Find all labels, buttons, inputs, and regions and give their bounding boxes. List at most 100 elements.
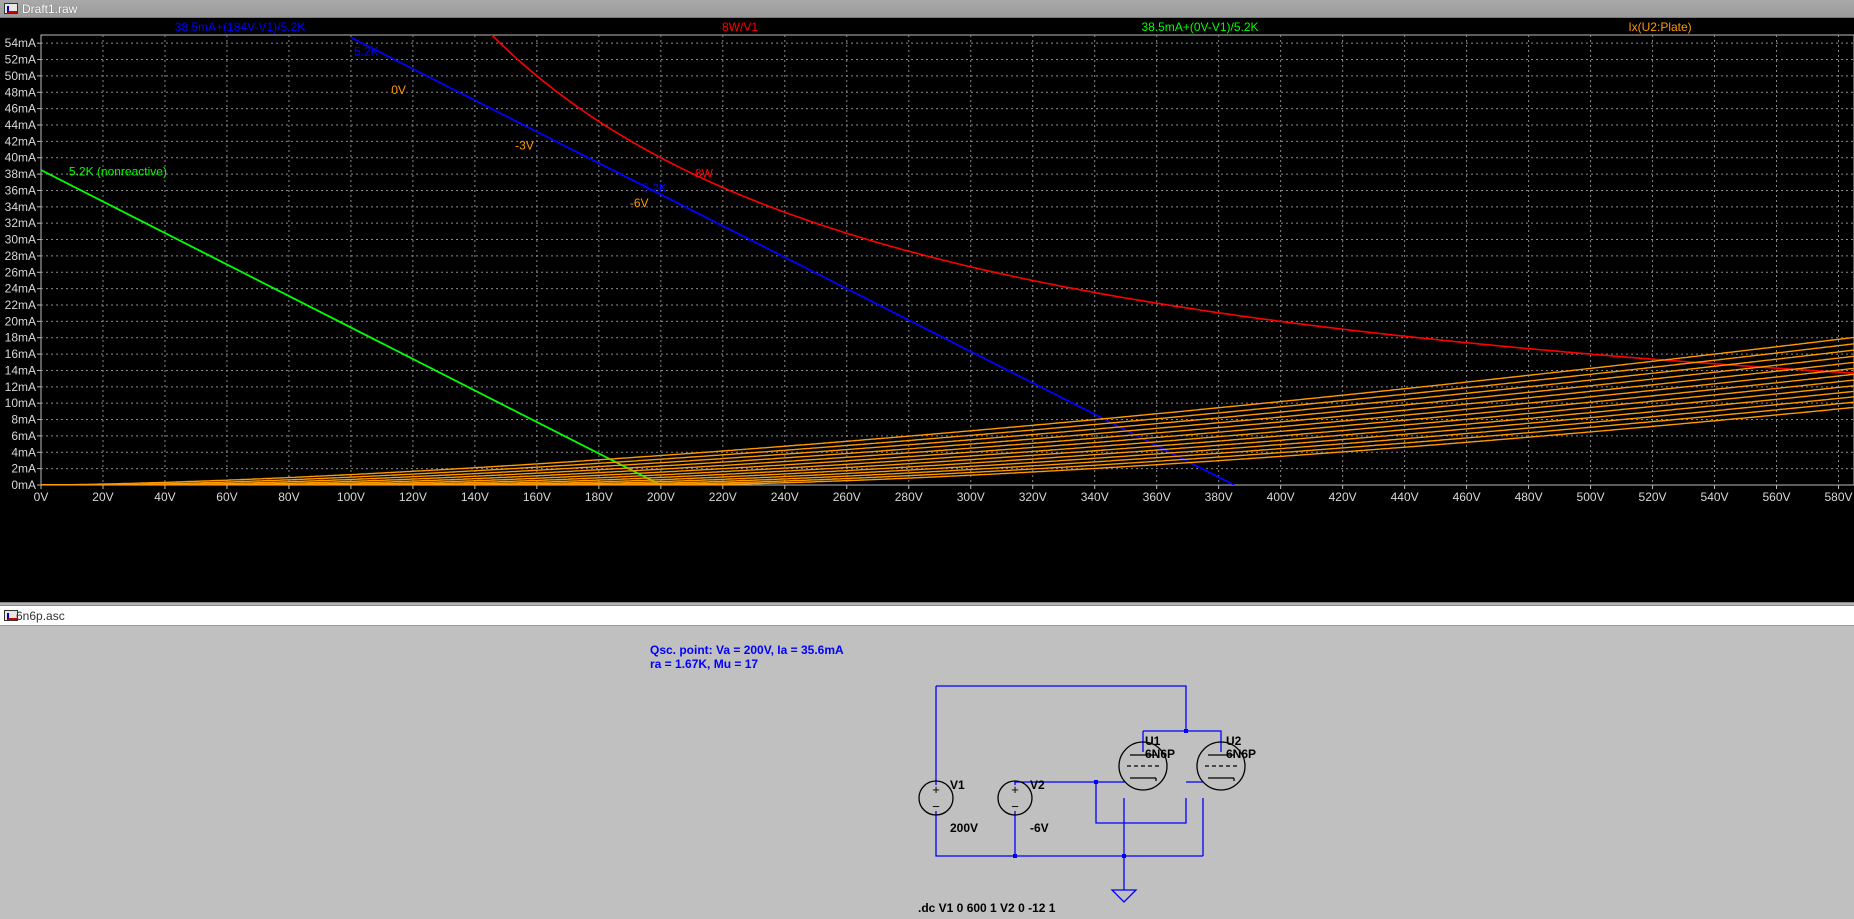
y-tick-label: 42mA bbox=[5, 134, 36, 148]
x-tick-label: 140V bbox=[461, 490, 489, 504]
x-tick-label: 100V bbox=[337, 490, 365, 504]
u2-model-label: 6N6P bbox=[1226, 747, 1256, 761]
waveform-plot-pane[interactable]: 0V 20V 40V 60V 80V 100V 120V 140V 160V 180V 200V 22… bbox=[0, 18, 1854, 602]
schematic-wires bbox=[935, 685, 1222, 890]
x-tick-label: 280V bbox=[895, 490, 923, 504]
x-tick-label: 580V bbox=[1824, 490, 1852, 504]
junction-dot bbox=[1122, 854, 1126, 858]
ground-symbol[interactable] bbox=[1110, 889, 1138, 903]
svg-text:+: + bbox=[1011, 782, 1019, 797]
x-tick-label: 120V bbox=[399, 490, 427, 504]
y-tick-label: 52mA bbox=[5, 53, 36, 67]
x-tick-label: 500V bbox=[1577, 490, 1605, 504]
x-tick-label: 360V bbox=[1143, 490, 1171, 504]
waveform-plot[interactable]: 0V 20V 40V 60V 80V 100V 120V 140V 160V 180V 200V 22… bbox=[0, 18, 1854, 602]
junction-dot bbox=[1094, 780, 1098, 784]
plot-annotation-label[interactable]: -6V bbox=[630, 196, 649, 210]
legend-entry[interactable]: Ix(U2:Plate) bbox=[1628, 20, 1691, 34]
junction-dot bbox=[1013, 854, 1017, 858]
y-tick-label: 32mA bbox=[5, 216, 36, 230]
dc-directive[interactable]: .dc V1 0 600 1 V2 0 -12 1 bbox=[918, 901, 1056, 915]
svg-text:−: − bbox=[932, 799, 940, 814]
v2-name-label: V2 bbox=[1030, 778, 1045, 792]
x-tick-label: 180V bbox=[585, 490, 613, 504]
plot-annotation-label[interactable]: 0V bbox=[391, 83, 406, 97]
y-tick-label: 54mA bbox=[5, 36, 36, 50]
qsc-note-line1[interactable]: Qsc. point: Va = 200V, Ia = 35.6mA bbox=[650, 643, 844, 657]
x-tick-label: 400V bbox=[1267, 490, 1295, 504]
plot-annotation-label[interactable]: 5.2K (nonreactive) bbox=[69, 165, 167, 179]
x-tick-label: 260V bbox=[833, 490, 861, 504]
wire-top-rail bbox=[936, 685, 1187, 731]
x-tick-label: 520V bbox=[1639, 490, 1667, 504]
waveform-window-title: Draft1.raw bbox=[22, 2, 78, 16]
u1-model-label: 6N6P bbox=[1145, 747, 1175, 761]
v1-value-label: 200V bbox=[950, 821, 978, 835]
x-tick-label: 160V bbox=[523, 490, 551, 504]
waveform-window-titlebar[interactable]: Draft1.raw bbox=[0, 0, 1854, 18]
x-tick-label: 460V bbox=[1453, 490, 1481, 504]
x-tick-label: 220V bbox=[709, 490, 737, 504]
x-tick-label: 420V bbox=[1329, 490, 1357, 504]
y-tick-label: 34mA bbox=[5, 200, 36, 214]
legend-entry[interactable]: 8W/V1 bbox=[722, 20, 758, 34]
voltage-source-v1[interactable]: + − bbox=[918, 780, 954, 816]
y-tick-label: 30mA bbox=[5, 233, 36, 247]
y-tick-label: 40mA bbox=[5, 151, 36, 165]
y-tick-label: 18mA bbox=[5, 331, 36, 345]
legend-entry[interactable]: 38.5mA+(0V-V1)/5.2K bbox=[1141, 20, 1258, 34]
x-tick-label: 40V bbox=[154, 490, 175, 504]
x-tick-label: 440V bbox=[1391, 490, 1419, 504]
y-tick-label: 6mA bbox=[11, 429, 36, 443]
v1-name-label: V1 bbox=[950, 778, 965, 792]
x-tick-label: 240V bbox=[771, 490, 799, 504]
plot-area[interactable] bbox=[40, 34, 1854, 486]
x-tick-label: 380V bbox=[1205, 490, 1233, 504]
plot-annotation-label[interactable]: 8W bbox=[695, 166, 714, 180]
y-tick-label: 50mA bbox=[5, 69, 36, 83]
plot-annotation-label[interactable]: 5.2K bbox=[642, 181, 667, 195]
y-tick-label: 24mA bbox=[5, 282, 36, 296]
svg-text:+: + bbox=[932, 782, 940, 797]
y-tick-label: 12mA bbox=[5, 380, 36, 394]
junction-dot bbox=[1184, 729, 1188, 733]
y-tick-label: 38mA bbox=[5, 167, 36, 181]
x-tick-label: 80V bbox=[278, 490, 299, 504]
u1-name-label: U1 bbox=[1145, 734, 1161, 748]
x-tick-label: 560V bbox=[1763, 490, 1791, 504]
y-tick-label: 4mA bbox=[11, 445, 36, 459]
x-tick-label: 20V bbox=[92, 490, 113, 504]
v2-value-label: -6V bbox=[1030, 821, 1049, 835]
x-tick-label: 200V bbox=[647, 490, 675, 504]
u2-name-label: U2 bbox=[1226, 734, 1242, 748]
x-tick-label: 320V bbox=[1019, 490, 1047, 504]
x-tick-label: 340V bbox=[1081, 490, 1109, 504]
x-tick-label: 480V bbox=[1515, 490, 1543, 504]
y-tick-label: 10mA bbox=[5, 396, 36, 410]
plot-grid bbox=[40, 34, 1854, 486]
x-tick-label: 540V bbox=[1701, 490, 1729, 504]
y-tick-label: 22mA bbox=[5, 298, 36, 312]
y-tick-label: 44mA bbox=[5, 118, 36, 132]
schematic-window-title: 6n6p.asc bbox=[16, 609, 65, 623]
wire-grid-loop bbox=[1095, 782, 1187, 824]
y-tick-label: 14mA bbox=[5, 363, 36, 377]
schematic-pane[interactable]: + − + − V1 200V V2 -6V U1 6N6P U2 6N6P .… bbox=[0, 627, 1854, 919]
plot-annotation-label[interactable]: 5.2K bbox=[354, 44, 379, 58]
svg-text:−: − bbox=[1011, 799, 1019, 814]
y-tick-label: 36mA bbox=[5, 183, 36, 197]
wire-v2-top bbox=[1014, 781, 1096, 785]
y-tick-label: 28mA bbox=[5, 249, 36, 263]
y-tick-label: 20mA bbox=[5, 314, 36, 328]
qsc-note-line2[interactable]: ra = 1.67K, Mu = 17 bbox=[650, 657, 758, 671]
y-tick-label: 16mA bbox=[5, 347, 36, 361]
legend-entry[interactable]: 38.5mA+(184V-V1)/5.2K bbox=[175, 20, 305, 34]
schematic-canvas[interactable]: + − + − V1 200V V2 -6V U1 6N6P U2 6N6P .… bbox=[0, 627, 1854, 919]
voltage-source-v2[interactable]: + − bbox=[997, 780, 1033, 816]
y-tick-label: 46mA bbox=[5, 102, 36, 116]
waveform-window-icon bbox=[4, 3, 18, 14]
schematic-window-titlebar[interactable]: 6n6p.asc bbox=[0, 606, 1854, 626]
plot-annotation-label[interactable]: -3V bbox=[515, 139, 534, 153]
y-tick-label: 0mA bbox=[11, 478, 36, 492]
x-tick-label: 60V bbox=[216, 490, 237, 504]
